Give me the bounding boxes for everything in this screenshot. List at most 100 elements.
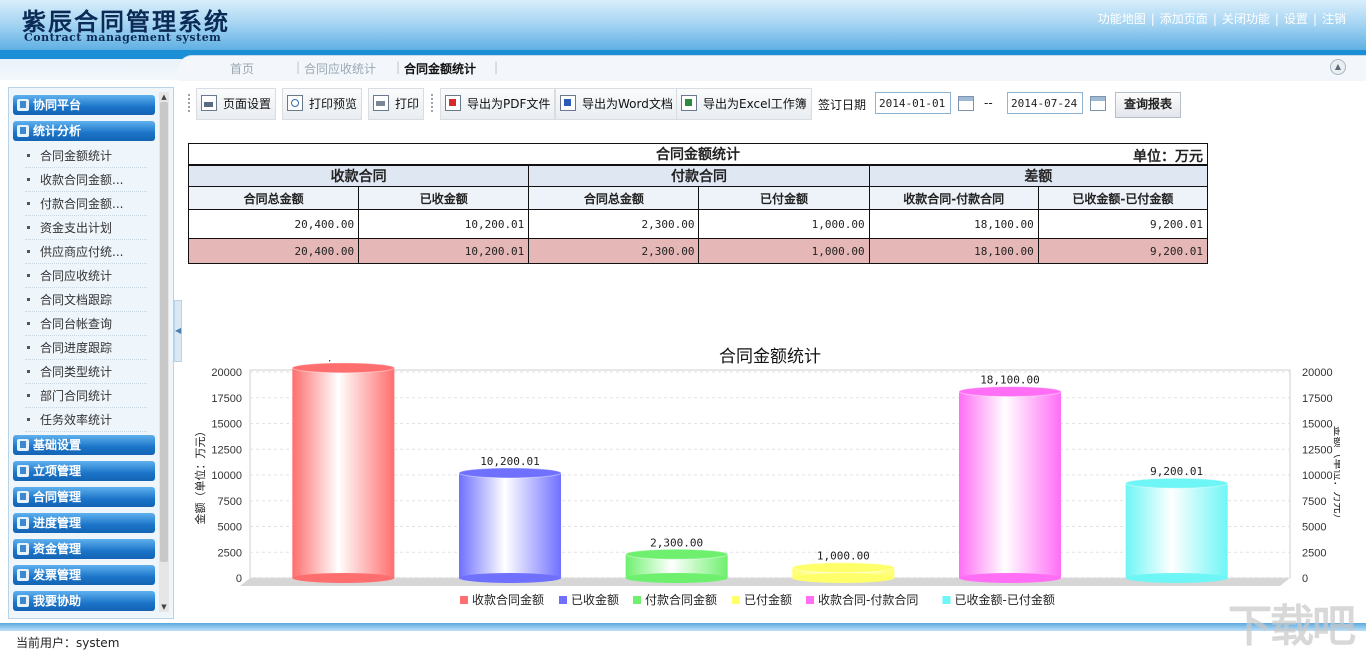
table-cell: 9,200.01 (1037, 209, 1209, 239)
export-excel-button[interactable]: 导出为Excel工作簿 (676, 88, 812, 120)
column-header: 收款合同-付款合同 (868, 186, 1039, 210)
export-pdf-button[interactable]: 导出为PDF文件 (440, 88, 556, 120)
sidebar: 协同平台 统计分析 合同金额统计 收款合同金额... 付款合同金额... 资金支… (8, 87, 174, 619)
sidebar-group-collaboration[interactable]: 协同平台 (13, 95, 155, 115)
bar-value-label: 9,200.01 (1150, 465, 1203, 478)
table-cell: 9,200.01 (1037, 238, 1209, 264)
word-icon (560, 95, 576, 111)
folder-icon (17, 491, 29, 503)
folder-icon (17, 99, 29, 111)
tab-contract-amount-stats[interactable]: 合同金额统计 (404, 60, 476, 77)
table-total-row: 20,400.00 10,200.01 2,300.00 1,000.00 18… (187, 238, 1209, 264)
link-settings[interactable]: 设置 (1284, 12, 1308, 26)
sidebar-scrollbar[interactable]: ▲ ▼ (159, 92, 169, 612)
amount-bar-chart: 0 0 2500 2500 5000 5000 7500 7500 10000 10000 1250… (193, 360, 1340, 607)
print-button[interactable]: 打印 (368, 88, 425, 120)
bar (459, 472, 561, 578)
legend-swatch (806, 596, 814, 604)
sidebar-group-invoice[interactable]: 发票管理 (13, 565, 155, 585)
report-table: 合同金额统计 单位：万元 收款合同 付款合同 差额 合同总金额 已收金额 合同总… (187, 143, 1209, 264)
sidebar-item-ledger-query[interactable]: 合同台帐查询 (25, 313, 147, 336)
sidebar-item-department-stats[interactable]: 部门合同统计 (25, 385, 147, 408)
scrollbar-thumb[interactable] (160, 102, 168, 562)
sidebar-item-fund-expense-plan[interactable]: 资金支出计划 (25, 217, 147, 240)
sidebar-item-receivable-stats[interactable]: 合同应收统计 (25, 265, 147, 288)
table-cell: 2,300.00 (528, 209, 700, 239)
bar-base (459, 573, 561, 583)
folder-icon (17, 595, 29, 607)
print-preview-icon (287, 95, 303, 111)
query-report-button[interactable]: 查询报表 (1115, 92, 1181, 118)
tab-receivable-stats[interactable]: 合同应收统计 (304, 60, 376, 77)
tab-scroll-up-icon[interactable]: ▲ (1330, 59, 1346, 75)
sidebar-item-document-tracking[interactable]: 合同文档跟踪 (25, 289, 147, 312)
sidebar-item-receipt-contract-amount[interactable]: 收款合同金额... (25, 169, 147, 192)
y2-tick-label: 15000 (1302, 419, 1333, 431)
date-from-input[interactable] (875, 92, 951, 114)
group-header-payment: 付款合同 (528, 164, 870, 187)
y-axis-title: 金额（单位：万元） (193, 426, 207, 525)
bar-top (458, 467, 562, 479)
scroll-down-icon[interactable]: ▼ (159, 602, 169, 612)
table-cell: 10,200.01 (358, 209, 530, 239)
y-tick-label: 20000 (211, 367, 242, 379)
export-word-button[interactable]: 导出为Word文档 (555, 88, 678, 120)
folder-icon (17, 517, 29, 529)
sidebar-group-statistics[interactable]: 统计分析 (13, 121, 155, 141)
y-tick-label: 10000 (211, 470, 242, 482)
link-function-map[interactable]: 功能地图 (1098, 12, 1146, 26)
date-to-input[interactable] (1007, 92, 1083, 114)
sidebar-item-supplier-payable[interactable]: 供应商应付统... (25, 241, 147, 264)
sidebar-group-progress[interactable]: 进度管理 (13, 513, 155, 533)
bar-value-label: 20,400.00 (314, 360, 374, 363)
link-logout[interactable]: 注销 (1322, 12, 1346, 26)
bar (1125, 483, 1228, 578)
y-tick-label: 5000 (218, 522, 242, 534)
link-add-page[interactable]: 添加页面 (1160, 12, 1208, 26)
current-user: 当前用户：system (16, 636, 120, 650)
column-header: 已付金额 (698, 186, 870, 210)
sidebar-item-payment-contract-amount[interactable]: 付款合同金额... (25, 193, 147, 216)
table-cell: 18,100.00 (868, 238, 1039, 264)
sidebar-item-contract-amount-stats[interactable]: 合同金额统计 (25, 145, 147, 168)
sidebar-group-funds[interactable]: 资金管理 (13, 539, 155, 559)
legend-swatch (732, 596, 740, 604)
page-setup-button[interactable]: 页面设置 (196, 88, 277, 120)
pdf-icon (445, 95, 461, 111)
column-header: 合同总金额 (528, 186, 700, 210)
report-title: 合同金额统计 (656, 147, 740, 163)
page-setup-icon (201, 95, 217, 111)
sidebar-group-assist[interactable]: 我要协助 (13, 591, 155, 611)
sidebar-group-contract[interactable]: 合同管理 (13, 487, 155, 507)
legend-swatch (942, 596, 951, 604)
sign-date-label: 签订日期 (818, 98, 867, 112)
tab-home[interactable]: 首页 (230, 60, 254, 77)
link-close-function[interactable]: 关闭功能 (1222, 12, 1270, 26)
sidebar-item-progress-tracking[interactable]: 合同进度跟踪 (25, 337, 147, 360)
calendar-icon[interactable] (958, 96, 974, 111)
table-cell: 20,400.00 (187, 238, 360, 264)
bar-base (1125, 573, 1228, 583)
bar-top (791, 562, 895, 574)
table-cell: 2,300.00 (528, 238, 700, 264)
column-header: 已收金额 (358, 186, 530, 210)
sidebar-group-basic-settings[interactable]: 基础设置 (13, 435, 155, 455)
print-preview-button[interactable]: 打印预览 (282, 88, 363, 120)
sidebar-collapse-icon[interactable]: ◀ (174, 300, 182, 362)
column-header: 已收金额-已付金额 (1037, 186, 1209, 210)
sidebar-group-project[interactable]: 立项管理 (13, 461, 155, 481)
calendar-icon[interactable] (1090, 96, 1106, 111)
sidebar-item-type-stats[interactable]: 合同类型统计 (25, 361, 147, 384)
sidebar-item-task-efficiency[interactable]: 任务效率统计 (25, 409, 147, 432)
bar (959, 391, 1061, 578)
legend-label: 已收金额-已付金额 (955, 592, 1055, 607)
bar-value-label: 1,000.00 (817, 550, 870, 563)
excel-icon (681, 95, 697, 111)
y-tick-label: 0 (236, 573, 242, 585)
scroll-up-icon[interactable]: ▲ (159, 92, 169, 102)
column-header: 合同总金额 (187, 186, 360, 210)
table-cell: 1,000.00 (698, 238, 870, 264)
folder-icon (17, 465, 29, 477)
y-tick-label: 7500 (218, 496, 242, 508)
folder-icon (17, 439, 29, 451)
